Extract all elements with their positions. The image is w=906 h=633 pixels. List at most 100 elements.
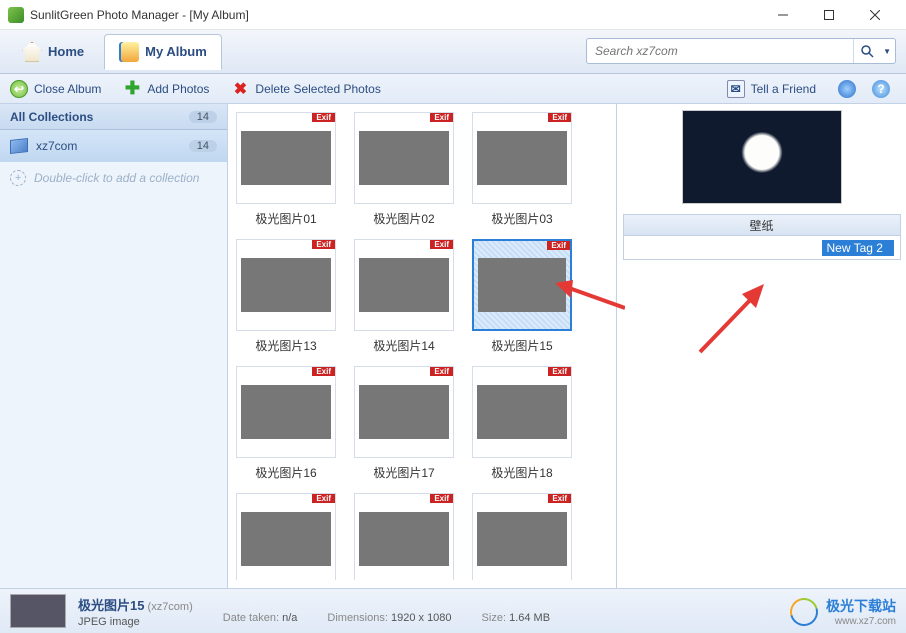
- sidebar-header: All Collections 14: [0, 104, 227, 130]
- thumbnail-frame[interactable]: Exif: [354, 239, 454, 331]
- thumbnail-image: [241, 512, 331, 566]
- thumbnail[interactable]: Exif 极光图片15: [472, 239, 572, 354]
- tag-edit-input[interactable]: [822, 240, 894, 256]
- thumbnail-caption: 极光图片15: [472, 337, 572, 354]
- thumbnail-frame[interactable]: Exif: [236, 366, 336, 458]
- exif-badge: Exif: [312, 367, 335, 376]
- close-button[interactable]: [852, 0, 898, 30]
- main-area: All Collections 14 xz7com 14 + Double-cl…: [0, 104, 906, 588]
- exif-badge: Exif: [312, 240, 335, 249]
- thumbnail-image: [477, 385, 567, 439]
- collection-icon: [10, 138, 28, 154]
- add-photos-label: Add Photos: [147, 82, 209, 96]
- sidebar: All Collections 14 xz7com 14 + Double-cl…: [0, 104, 228, 588]
- status-date-label: Date taken:: [223, 612, 279, 624]
- search-input[interactable]: [587, 44, 853, 58]
- sidebar-item[interactable]: xz7com 14: [0, 130, 227, 162]
- search-dropdown-icon[interactable]: ▼: [879, 47, 895, 56]
- sidebar-header-label: All Collections: [10, 110, 93, 124]
- thumbnail[interactable]: Exif: [236, 493, 336, 580]
- thumbnail-frame[interactable]: Exif: [236, 239, 336, 331]
- thumbnail-image: [241, 258, 331, 312]
- status-date-value: n/a: [282, 612, 297, 624]
- home-icon: [22, 42, 42, 62]
- thumbnail-caption: 极光图片13: [236, 337, 336, 354]
- thumbnail-frame[interactable]: Exif: [236, 493, 336, 580]
- tell-friend-button[interactable]: ✉ Tell a Friend: [727, 80, 816, 98]
- maximize-button[interactable]: [806, 0, 852, 30]
- exif-badge: Exif: [548, 367, 571, 376]
- thumbnail[interactable]: Exif 极光图片18: [472, 366, 572, 481]
- thumbnail[interactable]: Exif 极光图片02: [354, 112, 454, 227]
- status-filetype: JPEG image: [78, 616, 193, 628]
- thumbnail[interactable]: Exif: [472, 493, 572, 580]
- exif-badge: Exif: [547, 241, 570, 250]
- delete-selected-button[interactable]: ✖ Delete Selected Photos: [231, 80, 380, 98]
- thumbnail[interactable]: Exif 极光图片17: [354, 366, 454, 481]
- thumbnail-caption: 极光图片17: [354, 464, 454, 481]
- add-photos-button[interactable]: ✚ Add Photos: [123, 80, 209, 98]
- exif-badge: Exif: [312, 113, 335, 122]
- exif-badge: Exif: [430, 367, 453, 376]
- thumbnail-image: [359, 512, 449, 566]
- tab-my-album[interactable]: My Album: [104, 34, 222, 70]
- status-size-value: 1.64 MB: [509, 612, 550, 624]
- status-bar: 极光图片15 (xz7com) JPEG image Date taken: n…: [0, 588, 906, 633]
- thumbnail-scroll[interactable]: Exif 极光图片01 Exif 极光图片02 Exif 极光图片03 Exif…: [236, 112, 614, 580]
- tab-home-label: Home: [48, 44, 84, 59]
- globe-icon: [838, 80, 856, 98]
- delete-icon: ✖: [231, 80, 249, 98]
- close-album-label: Close Album: [34, 82, 101, 96]
- status-thumbnail: [10, 594, 66, 628]
- tag-row[interactable]: [623, 236, 901, 260]
- watermark: 极光下载站 www.xz7.com: [790, 596, 896, 627]
- status-dim-value: 1920 x 1080: [391, 612, 452, 624]
- status-collection: (xz7com): [148, 601, 193, 613]
- watermark-logo-icon: [785, 592, 823, 630]
- thumbnail-image: [359, 258, 449, 312]
- thumbnail-frame[interactable]: Exif: [236, 112, 336, 204]
- thumbnail-caption: 极光图片02: [354, 210, 454, 227]
- thumbnail-image: [359, 385, 449, 439]
- exif-badge: Exif: [430, 113, 453, 122]
- close-album-button[interactable]: ↩ Close Album: [10, 80, 101, 98]
- thumbnail[interactable]: Exif 极光图片01: [236, 112, 336, 227]
- title-bar: SunlitGreen Photo Manager - [My Album]: [0, 0, 906, 30]
- thumbnail[interactable]: Exif: [354, 493, 454, 580]
- tab-album-label: My Album: [145, 44, 207, 59]
- thumbnail[interactable]: Exif 极光图片16: [236, 366, 336, 481]
- sidebar-item-count: 14: [189, 140, 217, 152]
- status-filename: 极光图片15: [78, 598, 144, 613]
- minimize-button[interactable]: [760, 0, 806, 30]
- thumbnail[interactable]: Exif 极光图片03: [472, 112, 572, 227]
- friend-icon: ✉: [727, 80, 745, 98]
- help-icon: ?: [872, 80, 890, 98]
- thumbnail-frame[interactable]: Exif: [472, 493, 572, 580]
- web-button[interactable]: [838, 80, 862, 98]
- album-icon: [119, 42, 139, 62]
- thumbnail-frame[interactable]: Exif: [472, 112, 572, 204]
- thumbnail-frame[interactable]: Exif: [354, 112, 454, 204]
- help-button[interactable]: ?: [872, 80, 896, 98]
- search-button[interactable]: [853, 39, 879, 63]
- tag-section-header: 壁纸: [623, 214, 901, 236]
- thumbnail[interactable]: Exif 极光图片14: [354, 239, 454, 354]
- thumbnail[interactable]: Exif 极光图片13: [236, 239, 336, 354]
- thumbnail-image: [241, 385, 331, 439]
- sidebar-add-collection[interactable]: + Double-click to add a collection: [0, 162, 227, 194]
- watermark-url: www.xz7.com: [826, 616, 896, 627]
- add-icon: ✚: [123, 80, 141, 98]
- thumbnail-caption: 极光图片14: [354, 337, 454, 354]
- thumbnail-caption: 极光图片01: [236, 210, 336, 227]
- search-box: ▼: [586, 38, 896, 64]
- thumbnail-frame[interactable]: Exif: [472, 239, 572, 331]
- thumbnail-frame[interactable]: Exif: [354, 493, 454, 580]
- exif-badge: Exif: [548, 113, 571, 122]
- thumbnail-frame[interactable]: Exif: [354, 366, 454, 458]
- tab-home[interactable]: Home: [8, 34, 98, 70]
- right-panel: 壁纸: [616, 104, 906, 588]
- sidebar-item-label: xz7com: [36, 139, 77, 153]
- thumbnail-frame[interactable]: Exif: [472, 366, 572, 458]
- command-bar: ↩ Close Album ✚ Add Photos ✖ Delete Sele…: [0, 74, 906, 104]
- plus-icon: +: [10, 170, 26, 186]
